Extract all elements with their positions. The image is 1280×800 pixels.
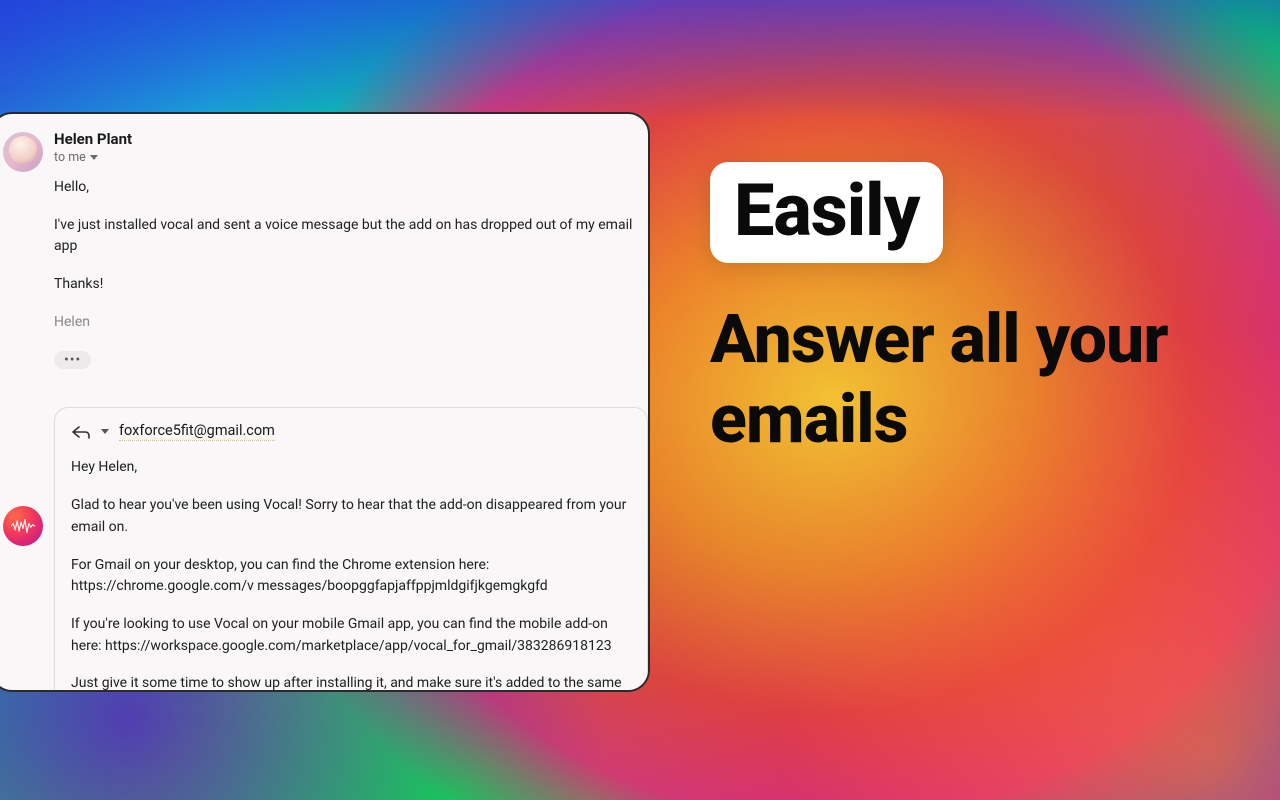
email-thread-window: Helen Plant to me Hello, I've just insta… xyxy=(0,112,650,692)
vocal-app-avatar[interactable] xyxy=(3,506,43,546)
reply-icon[interactable] xyxy=(71,425,91,439)
sender-name[interactable]: Helen Plant xyxy=(54,130,648,148)
incoming-email: Helen Plant to me Hello, I've just insta… xyxy=(0,114,648,369)
reply-paragraph: Glad to hear you've been using Vocal! So… xyxy=(71,495,631,538)
reply-compose-panel[interactable]: foxforce5fit@gmail.com Hey Helen, Glad t… xyxy=(54,407,648,692)
reply-paragraph: Just give it some time to show up after … xyxy=(71,673,631,692)
reply-paragraph: If you're looking to use Vocal on your m… xyxy=(71,614,631,657)
headline-badge: Easily xyxy=(710,162,943,263)
email-paragraph: Thanks! xyxy=(54,274,634,296)
to-me-label: to me xyxy=(54,150,86,165)
headline-subtext: Answer all your emails xyxy=(710,299,1240,459)
show-trimmed-button[interactable]: ••• xyxy=(54,351,91,369)
soundwave-icon xyxy=(10,517,36,535)
chevron-down-icon xyxy=(90,155,98,160)
sender-avatar[interactable] xyxy=(3,132,43,172)
reply-body[interactable]: Hey Helen, Glad to hear you've been usin… xyxy=(71,457,631,692)
reply-paragraph: For Gmail on your desktop, you can find … xyxy=(71,555,631,598)
email-paragraph: I've just installed vocal and sent a voi… xyxy=(54,215,634,258)
reply-recipient[interactable]: foxforce5fit@gmail.com xyxy=(119,422,275,441)
email-paragraph: Hello, xyxy=(54,177,634,199)
recipient-summary[interactable]: to me xyxy=(54,150,648,165)
email-signature: Helen xyxy=(54,312,634,334)
reply-paragraph: Hey Helen, xyxy=(71,457,631,479)
email-body: Hello, I've just installed vocal and sen… xyxy=(54,177,648,333)
reply-type-dropdown-icon[interactable] xyxy=(101,429,109,434)
marketing-headline: Easily Answer all your emails xyxy=(710,162,1240,459)
